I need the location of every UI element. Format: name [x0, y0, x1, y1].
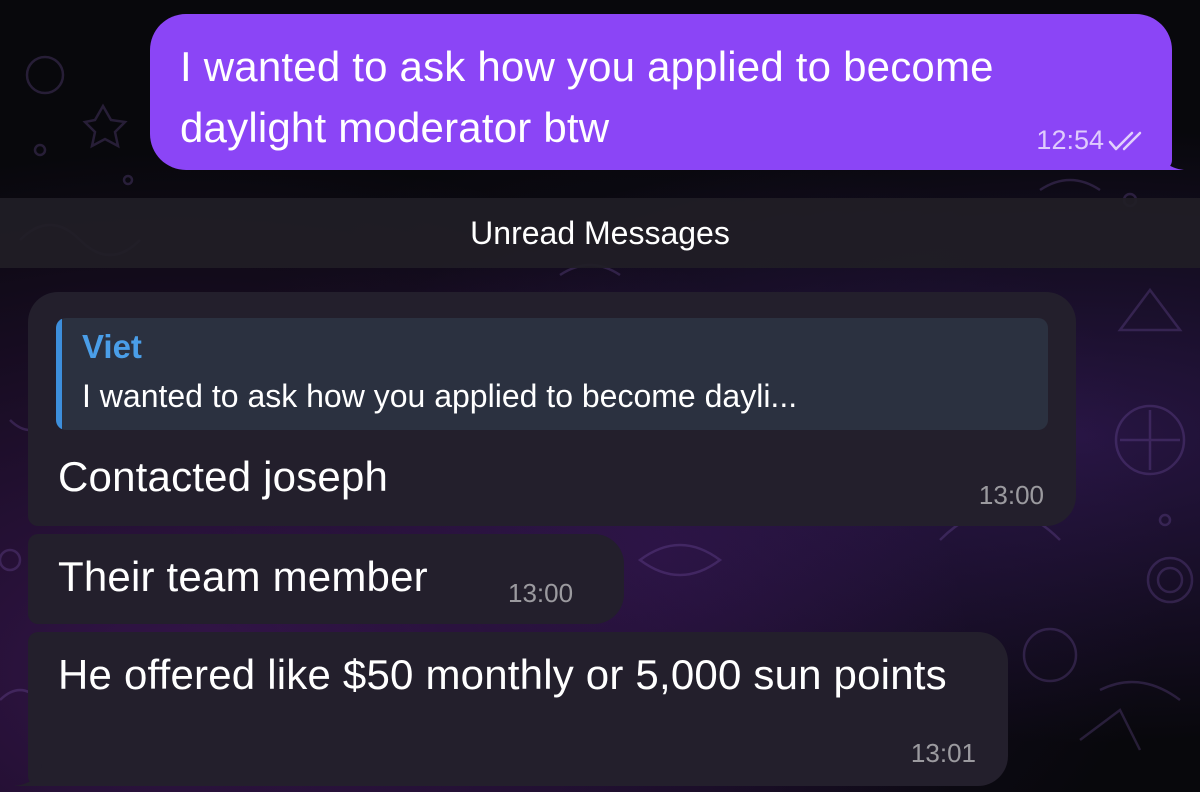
reply-author: Viet	[82, 328, 142, 365]
incoming-message-time: 13:00	[508, 578, 574, 608]
incoming-message-text: Contacted joseph	[58, 453, 389, 500]
reply-snippet: I wanted to ask how you applied to becom…	[82, 378, 798, 414]
double-check-icon	[1108, 131, 1142, 150]
incoming-message-bubble[interactable]: He offered like $50 monthly or 5,000 sun…	[14, 632, 1008, 786]
bubble-tail-icon	[14, 764, 42, 786]
outgoing-message-time: 12:54	[1036, 125, 1104, 155]
outgoing-message-text: I wanted to ask how you applied to becom…	[180, 43, 994, 151]
unread-messages-divider: Unread Messages	[0, 198, 1200, 268]
reply-quote[interactable]: Viet I wanted to ask how you applied to …	[56, 318, 1048, 430]
incoming-message-text: He offered like $50 monthly or 5,000 sun…	[58, 651, 947, 698]
incoming-message-time: 13:00	[978, 480, 1044, 510]
incoming-message-time: 13:01	[910, 738, 976, 768]
incoming-message-bubble[interactable]: Viet I wanted to ask how you applied to …	[28, 292, 1076, 526]
reply-accent-bar	[56, 318, 62, 430]
outgoing-message-meta: 12:54	[1036, 125, 1148, 156]
incoming-message-bubble[interactable]: Their team member 13:00	[28, 534, 624, 624]
unread-messages-label: Unread Messages	[470, 214, 730, 251]
incoming-message-text: Their team member	[58, 553, 428, 600]
bubble-tail-icon	[1158, 148, 1184, 170]
outgoing-message-bubble[interactable]: I wanted to ask how you applied to becom…	[150, 14, 1184, 170]
